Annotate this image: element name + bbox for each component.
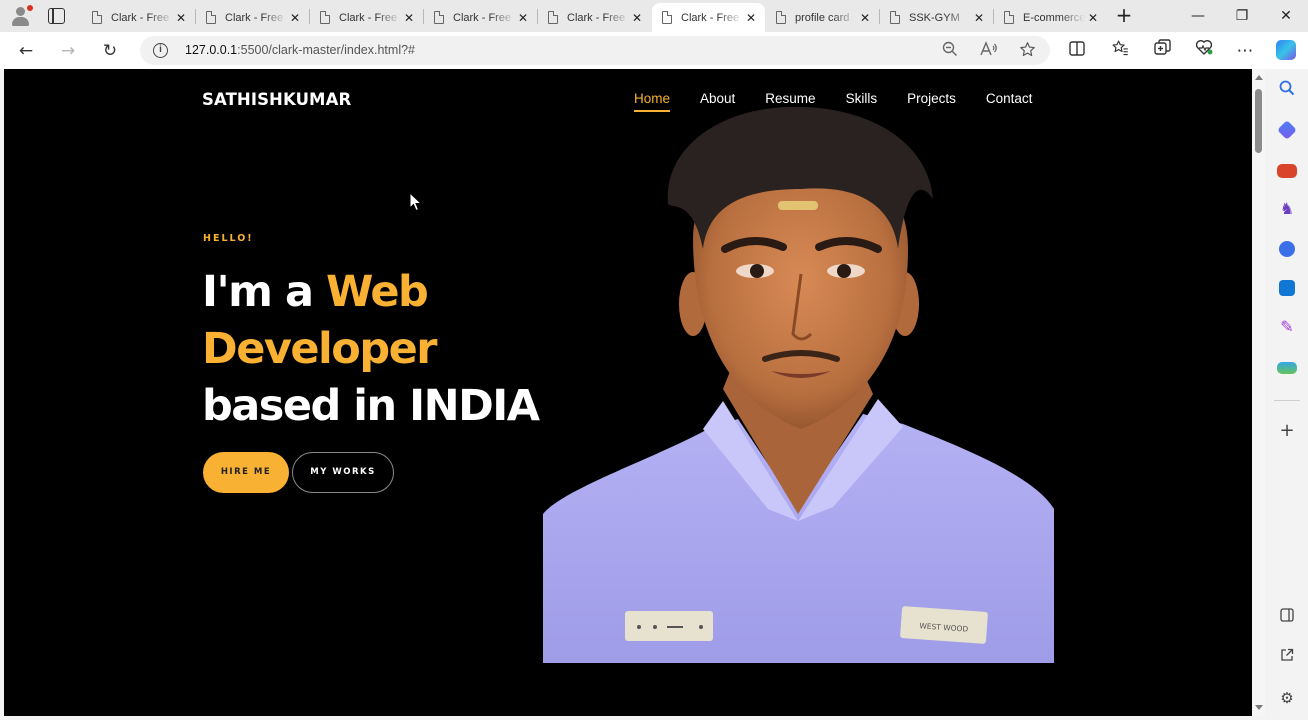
drop-icon[interactable] bbox=[1277, 362, 1297, 374]
tab-title: Clark - Free Bootstrap bbox=[681, 11, 743, 24]
minimize-button[interactable]: — bbox=[1184, 4, 1212, 28]
tab-close-icon[interactable]: ✕ bbox=[287, 11, 303, 25]
site-brand-logo[interactable]: SATHISHKUMAR bbox=[202, 90, 351, 109]
refresh-button[interactable]: ↻ bbox=[97, 38, 123, 64]
tab-title: Clark - Free Bootstrap bbox=[339, 11, 401, 24]
settings-gear-icon[interactable]: ⚙ bbox=[1277, 688, 1297, 708]
browser-tab[interactable]: SSK-GYM ✕ bbox=[880, 3, 993, 32]
mouse-cursor-icon bbox=[409, 192, 423, 212]
page-icon bbox=[320, 11, 330, 24]
tab-title: profile card bbox=[795, 11, 850, 24]
tab-title: Clark - Free Bootstrap bbox=[453, 11, 515, 24]
collections-icon[interactable] bbox=[1149, 38, 1175, 64]
my-works-button[interactable]: MY WORKS bbox=[292, 452, 394, 493]
hire-me-button[interactable]: HIRE ME bbox=[203, 452, 289, 493]
page-viewport: SATHISHKUMAR Home About Resume Skills Pr… bbox=[4, 69, 1252, 716]
browser-toolbar: ← → ↻ i 127.0.0.1:5500/clark-master/inde… bbox=[0, 32, 1308, 69]
site-info-icon[interactable]: i bbox=[153, 43, 168, 58]
hero-line1-prefix: I'm a bbox=[202, 267, 326, 317]
tab-close-icon[interactable]: ✕ bbox=[173, 11, 189, 25]
tab-strip: Clark - Free Bootstrap ✕ Clark - Free Bo… bbox=[0, 0, 1308, 32]
page-icon bbox=[92, 11, 102, 24]
tab-close-icon[interactable]: ✕ bbox=[743, 11, 759, 25]
browser-tab[interactable]: Clark - Free Bootstrap ✕ bbox=[310, 3, 423, 32]
hero-line3: based in INDIA bbox=[202, 381, 540, 431]
page-icon bbox=[434, 11, 444, 24]
tab-title: E-commerce bbox=[1023, 11, 1085, 24]
favorites-icon[interactable] bbox=[1107, 38, 1133, 64]
favorite-star-icon[interactable] bbox=[1017, 41, 1037, 61]
page-scrollbar[interactable] bbox=[1252, 69, 1265, 716]
tab-title: Clark - Free Bootstrap bbox=[111, 11, 173, 24]
url-text[interactable]: 127.0.0.1:5500/clark-master/index.html?# bbox=[185, 43, 415, 57]
tab-close-icon[interactable]: ✕ bbox=[971, 11, 987, 25]
split-screen-icon[interactable] bbox=[1064, 38, 1090, 64]
page-icon bbox=[662, 11, 672, 24]
designer-icon[interactable]: ✎ bbox=[1277, 317, 1297, 337]
tab-close-icon[interactable]: ✕ bbox=[401, 11, 417, 25]
page-icon bbox=[548, 11, 558, 24]
hero-greeting: HELLO! bbox=[203, 233, 254, 244]
browser-tab[interactable]: Clark - Free Bootstrap ✕ bbox=[538, 3, 651, 32]
forward-button[interactable]: → bbox=[55, 38, 81, 64]
more-options-icon[interactable]: ⋯ bbox=[1232, 38, 1258, 64]
scroll-down-icon[interactable] bbox=[1255, 705, 1263, 710]
hide-sidebar-icon[interactable] bbox=[1277, 608, 1297, 628]
games-chess-icon[interactable]: ♞ bbox=[1277, 199, 1297, 219]
tab-title: Clark - Free Bootstrap bbox=[225, 11, 287, 24]
address-bar[interactable]: i 127.0.0.1:5500/clark-master/index.html… bbox=[140, 36, 1050, 65]
page-icon bbox=[1004, 11, 1014, 24]
browser-tab[interactable]: Clark - Free Bootstrap ✕ bbox=[424, 3, 537, 32]
hero-headline: I'm a Web Developer based in INDIA bbox=[202, 264, 540, 435]
browser-tab[interactable]: profile card ✕ bbox=[766, 3, 879, 32]
scroll-up-icon[interactable] bbox=[1255, 75, 1263, 80]
read-aloud-icon[interactable] bbox=[979, 41, 999, 61]
page-icon bbox=[890, 11, 900, 24]
tab-close-icon[interactable]: ✕ bbox=[1085, 11, 1101, 25]
edge-sidebar: ♞ ✎ + ⚙ bbox=[1266, 69, 1308, 720]
browser-tab[interactable]: E-commerce ✕ bbox=[994, 3, 1107, 32]
open-external-icon[interactable] bbox=[1277, 648, 1297, 668]
hero-line1-highlight: Web bbox=[325, 267, 429, 317]
tab-close-icon[interactable]: ✕ bbox=[857, 11, 873, 25]
scroll-thumb[interactable] bbox=[1255, 89, 1262, 153]
shopping-tag-icon[interactable] bbox=[1277, 120, 1297, 140]
tools-briefcase-icon[interactable] bbox=[1277, 164, 1297, 178]
search-icon[interactable] bbox=[1277, 80, 1297, 100]
profile-photo: WEST WOOD bbox=[543, 106, 1054, 663]
browser-essentials-icon[interactable] bbox=[1191, 38, 1217, 64]
back-button[interactable]: ← bbox=[13, 38, 39, 64]
tab-title: SSK-GYM bbox=[909, 11, 960, 24]
browser-tab[interactable]: Clark - Free Bootstrap ✕ bbox=[82, 3, 195, 32]
tab-close-icon[interactable]: ✕ bbox=[629, 11, 645, 25]
page-icon bbox=[776, 11, 786, 24]
browser-tab-active[interactable]: Clark - Free Bootstrap ✕ bbox=[652, 3, 765, 32]
microsoft-365-icon[interactable] bbox=[1279, 241, 1295, 257]
restore-button[interactable]: ❐ bbox=[1228, 4, 1256, 28]
new-tab-button[interactable]: + bbox=[1113, 5, 1135, 27]
tab-actions-icon[interactable] bbox=[48, 8, 65, 24]
zoom-out-icon[interactable] bbox=[940, 41, 960, 61]
hero-line2-highlight: Developer bbox=[202, 324, 437, 374]
profile-icon[interactable] bbox=[8, 4, 34, 28]
copilot-icon[interactable] bbox=[1276, 40, 1296, 60]
add-app-icon[interactable]: + bbox=[1277, 421, 1297, 441]
tab-title: Clark - Free Bootstrap bbox=[567, 11, 629, 24]
close-window-button[interactable]: ✕ bbox=[1272, 4, 1300, 28]
browser-tab[interactable]: Clark - Free Bootstrap ✕ bbox=[196, 3, 309, 32]
page-icon bbox=[206, 11, 216, 24]
outlook-icon[interactable] bbox=[1279, 280, 1295, 296]
tab-close-icon[interactable]: ✕ bbox=[515, 11, 531, 25]
